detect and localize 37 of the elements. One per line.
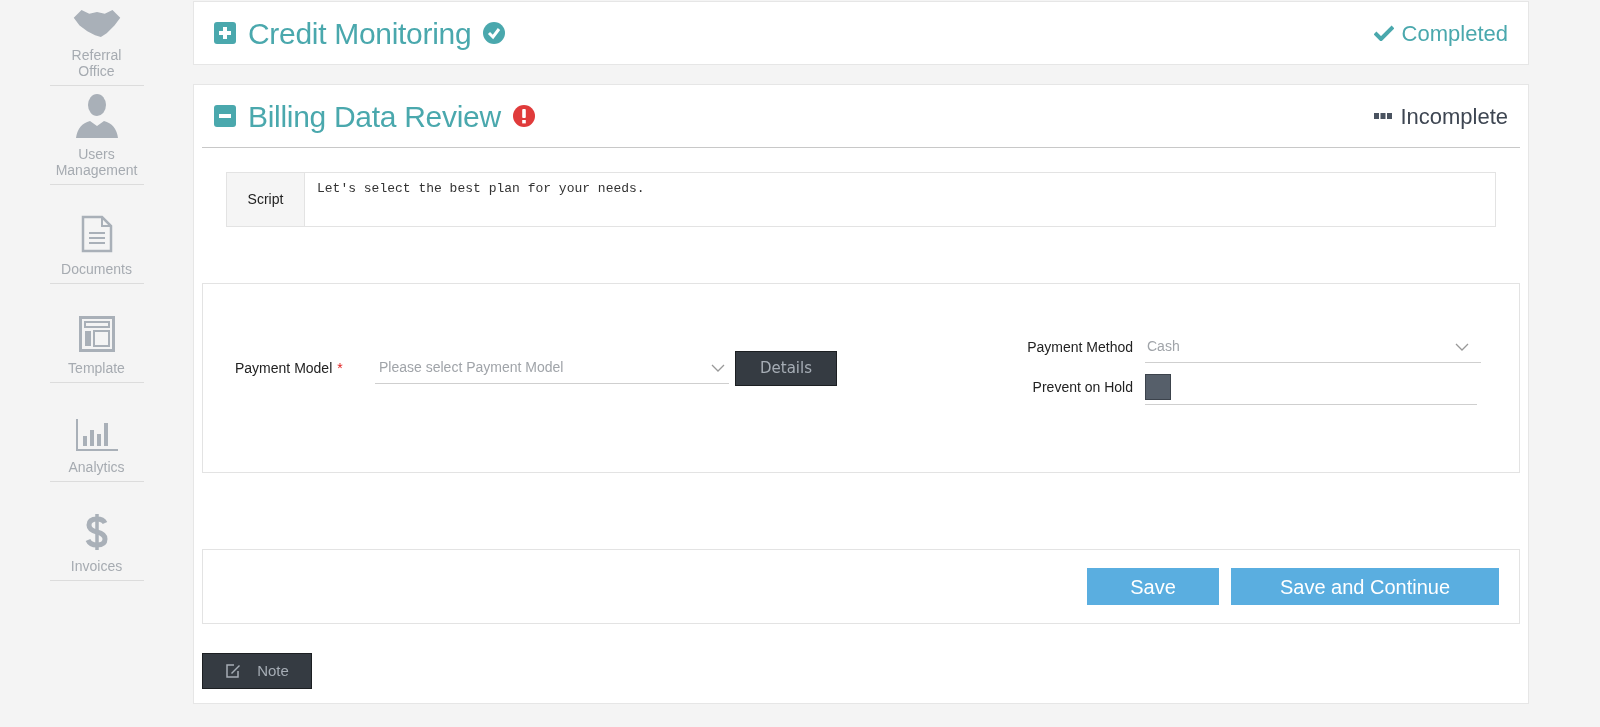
sidebar-item[interactable]: Referral Office	[49, 8, 144, 86]
action-button[interactable]: Save	[1087, 568, 1219, 605]
chevron-down-icon	[711, 363, 725, 372]
dollar-icon	[84, 514, 109, 550]
edit-icon	[225, 664, 242, 678]
document-icon	[80, 215, 113, 253]
checkbox[interactable]	[1145, 373, 1171, 400]
chevron-down-icon	[1455, 342, 1469, 351]
details-button[interactable]: Details	[735, 350, 837, 386]
field-label: Prevent on Hold	[1031, 377, 1134, 397]
alert-circle-icon	[512, 105, 535, 127]
sidebar-item[interactable]: Template	[49, 284, 144, 383]
sidebar-item[interactable]: Invoices	[49, 482, 144, 581]
action-button[interactable]: Save and Continue	[1231, 568, 1499, 605]
ellipsis-icon	[1374, 113, 1393, 119]
sidebar-item[interactable]: Analytics	[49, 383, 144, 482]
checkmark-icon	[1373, 25, 1394, 41]
section-title: Credit Monitoring	[248, 15, 472, 52]
sidebar-item[interactable]: Documents	[49, 185, 144, 284]
select-field[interactable]: Please select Payment Model	[375, 352, 729, 384]
status-label: Completed	[1401, 19, 1508, 48]
note-button[interactable]: Note	[202, 653, 312, 689]
required-mark: *	[337, 358, 343, 378]
status-label: Incomplete	[1400, 102, 1508, 131]
select-field[interactable]: Cash	[1145, 331, 1481, 363]
collapse-icon[interactable]	[214, 105, 236, 127]
layout-icon	[78, 316, 115, 352]
user-icon	[73, 92, 120, 138]
expand-icon[interactable]	[214, 22, 236, 44]
field-label: Payment Model	[235, 358, 333, 378]
check-circle-icon	[483, 22, 506, 44]
sidebar-item[interactable]: Users Management	[49, 86, 144, 185]
script-label: Script	[227, 173, 305, 226]
field-label: Payment Method	[1026, 337, 1134, 357]
script-text: Let's select the best plan for your needs.	[316, 180, 646, 198]
bar-chart-icon	[75, 419, 118, 451]
section-title: Billing Data Review	[248, 98, 501, 135]
